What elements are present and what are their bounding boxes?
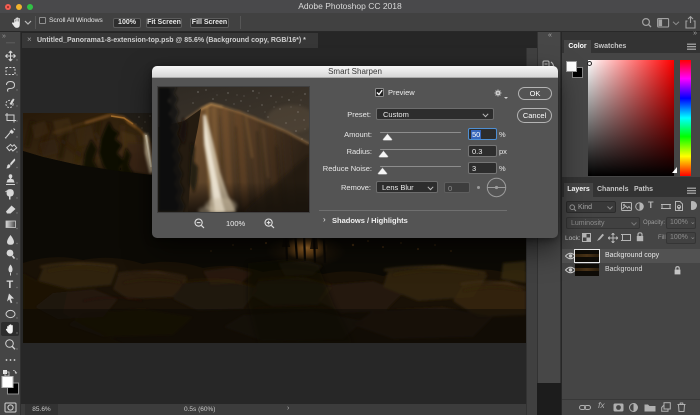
svg-text:»: » (2, 33, 6, 40)
svg-text:T: T (7, 279, 14, 291)
